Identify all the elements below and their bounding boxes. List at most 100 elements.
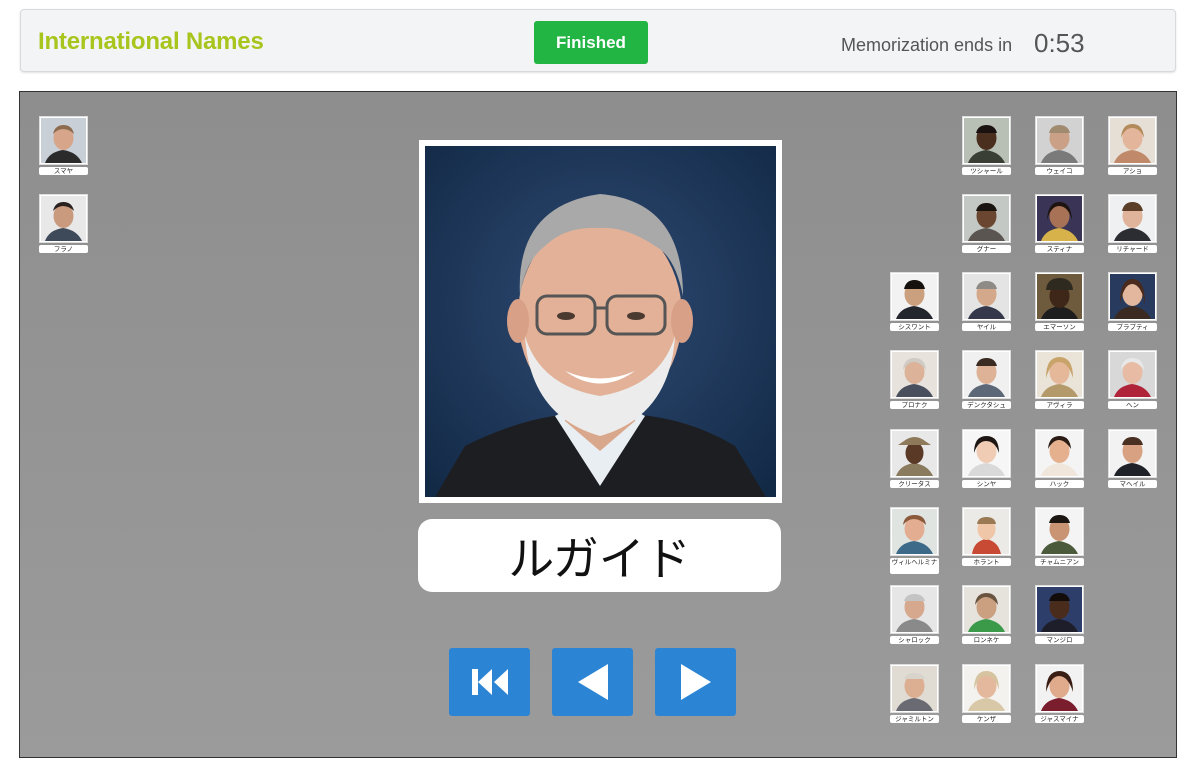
thumbnail-label: マンジロ [1035,636,1084,644]
thumbnail-photo [962,272,1011,321]
thumbnail-photo [962,350,1011,399]
thumbnail-photo [962,507,1011,556]
thumbnail[interactable]: ジャスマイナ [1035,664,1084,724]
thumbnail[interactable]: プラプティ [1108,272,1157,332]
thumbnail-photo [1035,350,1084,399]
thumbnail[interactable]: エマーソン [1035,272,1084,332]
thumbnail-photo [890,664,939,713]
thumbnail-label: シスワント [890,323,939,331]
thumbnail-photo [1035,272,1084,321]
thumbnail-photo [1035,116,1084,165]
timer-label: Memorization ends in [841,35,1013,55]
thumbnail[interactable]: マヘイル [1108,429,1157,489]
thumbnail-label: フラノ [39,245,88,253]
thumbnail-label: シャロック [890,636,939,644]
thumbnail-photo [1035,507,1084,556]
thumbnail-label: ホラント [962,558,1011,566]
thumbnail[interactable]: ツシャール [962,116,1011,176]
thumbnail-label: エマーソン [1035,323,1084,331]
thumbnail[interactable]: スマヤ [39,116,88,176]
timer-value: 0:53 [1034,28,1085,58]
thumbnail[interactable]: フラノ [39,194,88,254]
thumbnail[interactable]: ヴィルヘルミナ [890,507,939,574]
thumbnail[interactable]: シスワント [890,272,939,332]
thumbnail[interactable]: スティナ [1035,194,1084,254]
thumbnail-label: ヤイル [962,323,1011,331]
thumbnail-photo [1108,429,1157,478]
current-name: ルガイド [418,519,781,592]
thumbnail-label: ヘン [1108,401,1157,409]
thumbnail-label: スマヤ [39,167,88,175]
thumbnail[interactable]: ロンネケ [962,585,1011,645]
thumbnail-photo [1035,585,1084,634]
first-button[interactable] [449,648,530,716]
thumbnail-photo [1108,116,1157,165]
thumbnail-label: リチャード [1108,245,1157,253]
thumbnail[interactable]: ヤイル [962,272,1011,332]
thumbnail-label: スティナ [1035,245,1084,253]
previous-button[interactable] [552,648,633,716]
thumbnail-label: クリータス [890,480,939,488]
thumbnail-photo [890,429,939,478]
thumbnail-photo [962,194,1011,243]
thumbnail[interactable]: シャロック [890,585,939,645]
thumbnail[interactable]: アショ [1108,116,1157,176]
memorization-stage: ルガイド スマヤ フラノ ツシャール ウェイコ アショ グナー スティナ リチャ… [19,91,1177,758]
previous-arrow-icon [577,664,608,700]
thumbnail-label: プラプティ [1108,323,1157,331]
thumbnail-photo [1035,194,1084,243]
thumbnail[interactable]: プロナク [890,350,939,410]
thumbnail-photo [890,350,939,399]
thumbnail[interactable]: ハック [1035,429,1084,489]
thumbnail-label: ロンネケ [962,636,1011,644]
thumbnail-label: プロナク [890,401,939,409]
thumbnail[interactable]: デンクタシュ [962,350,1011,410]
thumbnail[interactable]: ジャミルトン [890,664,939,724]
thumbnail[interactable]: チャムニアン [1035,507,1084,567]
thumbnail-photo [962,429,1011,478]
thumbnail-label: グナー [962,245,1011,253]
thumbnail-photo [39,116,88,165]
header-bar: International Names Finished Memorizatio… [20,9,1176,72]
thumbnail-label: ジャミルトン [890,715,939,723]
thumbnail[interactable]: シンヤ [962,429,1011,489]
thumbnail-photo [1035,664,1084,713]
thumbnail-photo [1035,429,1084,478]
thumbnail-photo [890,585,939,634]
thumbnail-label: ウェイコ [1035,167,1084,175]
thumbnail-photo [39,194,88,243]
thumbnail[interactable]: ホラント [962,507,1011,567]
thumbnail[interactable]: アヴィラ [1035,350,1084,410]
thumbnail[interactable]: グナー [962,194,1011,254]
page-title: International Names [38,28,264,55]
thumbnail-label: マヘイル [1108,480,1157,488]
thumbnail-label: ヴィルヘルミナ [890,558,939,574]
thumbnail-photo [890,272,939,321]
thumbnail-photo [1108,272,1157,321]
next-button[interactable] [655,648,736,716]
skip-to-first-icon [471,669,508,695]
thumbnail-photo [962,116,1011,165]
thumbnail-label: ハック [1035,480,1084,488]
thumbnail[interactable]: ヘン [1108,350,1157,410]
thumbnail[interactable]: クリータス [890,429,939,489]
next-arrow-icon [680,664,711,700]
thumbnail-label: ジャスマイナ [1035,715,1084,723]
thumbnail[interactable]: ウェイコ [1035,116,1084,176]
thumbnail-photo [1108,194,1157,243]
thumbnail[interactable]: リチャード [1108,194,1157,254]
thumbnail-photo [962,585,1011,634]
finished-button[interactable]: Finished [534,21,648,64]
thumbnail-photo [890,507,939,556]
thumbnail-photo [962,664,1011,713]
thumbnail-photo [1108,350,1157,399]
portrait-image [425,146,776,497]
thumbnail-label: シンヤ [962,480,1011,488]
thumbnail-label: アショ [1108,167,1157,175]
thumbnail-label: チャムニアン [1035,558,1084,566]
thumbnail[interactable]: マンジロ [1035,585,1084,645]
thumbnail-label: ツシャール [962,167,1011,175]
thumbnail-label: アヴィラ [1035,401,1084,409]
thumbnail[interactable]: ケンザ [962,664,1011,724]
current-face-photo [419,140,782,503]
